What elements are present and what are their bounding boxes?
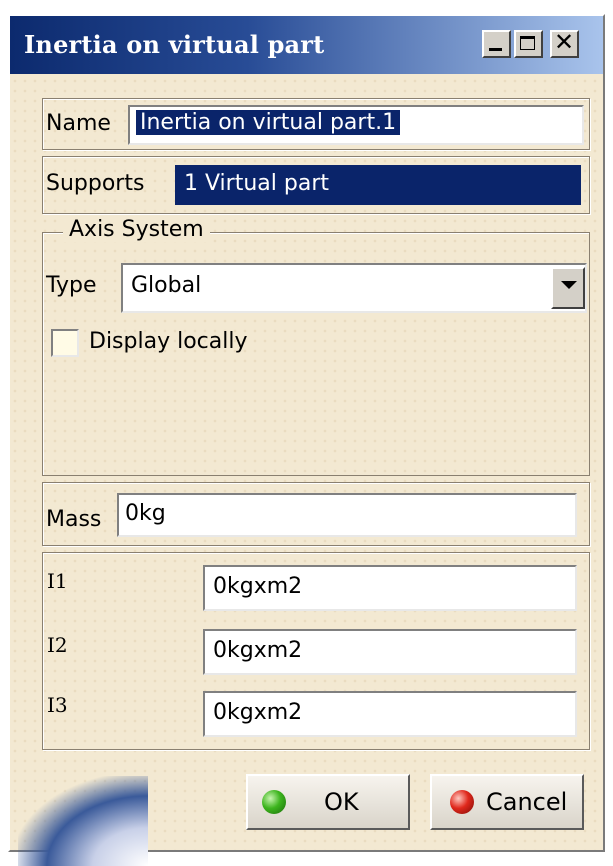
mass-frame: Mass 0kg (42, 482, 590, 546)
name-input[interactable]: Inertia on virtual part.1 (128, 105, 584, 145)
supports-field[interactable]: 1 Virtual part (175, 165, 581, 205)
i3-label: I3 (47, 693, 68, 717)
mass-value: 0kg (125, 501, 166, 526)
inertia-dialog: Inertia on virtual part ✕ Name Inertia o… (8, 14, 605, 866)
cancel-label: Cancel (486, 788, 568, 816)
type-label: Type (46, 273, 97, 298)
minimize-icon (489, 48, 502, 51)
i3-value: 0kgxm2 (213, 700, 303, 725)
i1-value: 0kgxm2 (213, 574, 303, 599)
type-dropdown[interactable]: Global (121, 263, 587, 313)
chevron-down-icon (561, 281, 577, 289)
decorative-globe (18, 776, 148, 866)
i2-label: I2 (47, 633, 68, 657)
axis-system-legend: Axis System (63, 217, 210, 242)
maximize-button[interactable] (514, 30, 543, 58)
name-frame: Name Inertia on virtual part.1 (42, 98, 590, 150)
minimize-button[interactable] (482, 30, 511, 58)
i1-input[interactable]: 0kgxm2 (203, 565, 577, 611)
ok-label: OK (324, 788, 359, 816)
red-ball-icon (450, 790, 474, 814)
i2-input[interactable]: 0kgxm2 (203, 629, 577, 675)
mass-input[interactable]: 0kg (117, 493, 577, 537)
window-title: Inertia on virtual part (24, 30, 325, 59)
inertia-frame: I1 0kgxm2 I2 0kgxm2 I3 0kgxm2 (42, 552, 590, 750)
supports-label: Supports (46, 171, 145, 196)
display-locally-checkbox[interactable] (51, 329, 79, 357)
mass-label: Mass (46, 507, 102, 532)
close-button[interactable]: ✕ (550, 28, 579, 58)
cancel-button[interactable]: Cancel (430, 774, 584, 830)
title-bar[interactable]: Inertia on virtual part ✕ (10, 16, 603, 74)
i2-value: 0kgxm2 (213, 638, 303, 663)
display-locally-label: Display locally (89, 329, 248, 354)
type-dropdown-button[interactable] (551, 267, 585, 309)
ok-button[interactable]: OK (246, 774, 410, 830)
axis-system-group: Axis System Type Global Display locally (42, 217, 590, 476)
maximize-icon (520, 36, 535, 50)
close-icon: ✕ (554, 28, 575, 56)
name-label: Name (46, 111, 111, 136)
green-ball-icon (262, 790, 286, 814)
name-value: Inertia on virtual part.1 (136, 110, 401, 135)
i1-label: I1 (47, 569, 68, 593)
supports-frame: Supports 1 Virtual part (42, 156, 590, 214)
type-value: Global (131, 273, 202, 298)
i3-input[interactable]: 0kgxm2 (203, 691, 577, 737)
